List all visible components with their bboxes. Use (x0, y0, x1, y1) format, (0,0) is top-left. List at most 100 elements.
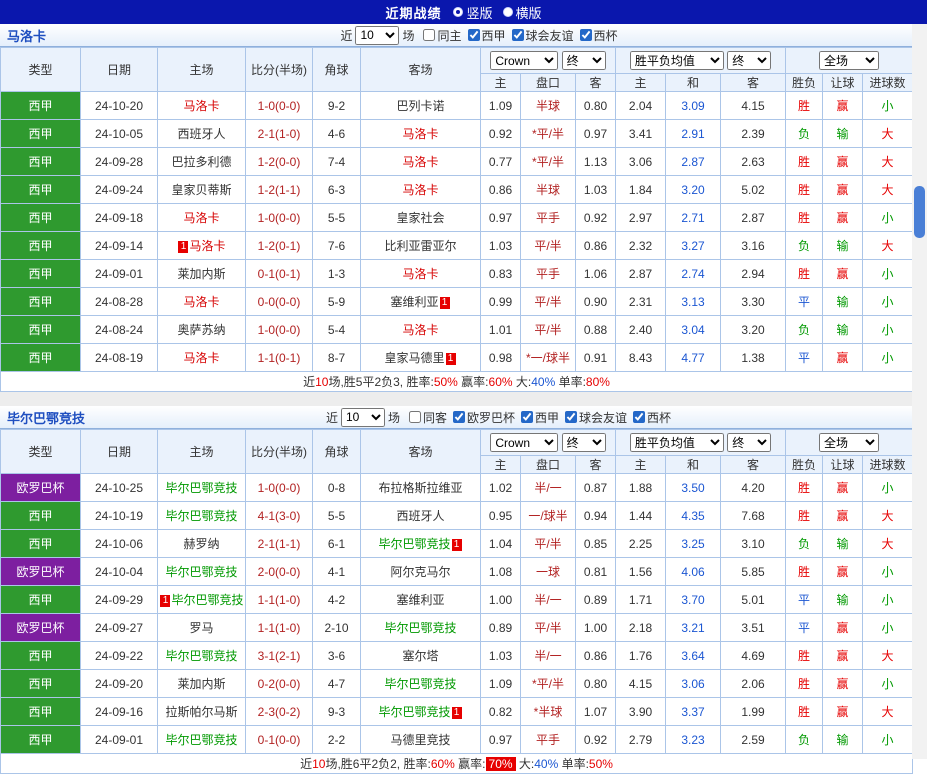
euro-stage-select[interactable]: 终 (727, 433, 772, 452)
scrollbar-thumb[interactable] (914, 186, 925, 238)
date-cell: 24-09-01 (80, 725, 158, 754)
sub-header-euro-home: 主 (615, 73, 666, 92)
filter-item[interactable]: 西杯 (633, 409, 671, 426)
team-link[interactable]: 马洛卡 (402, 127, 438, 141)
team-link[interactable]: 毕尔巴鄂竞技 (378, 705, 450, 719)
team-link[interactable]: 塞维利亚 (390, 295, 438, 309)
team-link[interactable]: 皇家贝蒂斯 (171, 183, 231, 197)
team-link[interactable]: 马洛卡 (402, 183, 438, 197)
team-link[interactable]: 莱加内斯 (177, 267, 225, 281)
euro-away-odds: 3.16 (719, 231, 787, 260)
team-link[interactable]: 马洛卡 (183, 99, 219, 113)
away-team-cell: 毕尔巴鄂竞技 1 (360, 697, 481, 726)
filter-item[interactable]: 同客 (408, 409, 447, 426)
match-count-select[interactable]: 10 (340, 407, 385, 427)
team-link[interactable]: 马德里竞技 (390, 733, 450, 747)
euro-avg-select[interactable]: 胜平负均值 (629, 51, 724, 70)
bookmaker-select[interactable]: Crown (490, 433, 559, 452)
filter-checkbox[interactable] (453, 411, 465, 423)
fulltime-controls: 全场 (785, 429, 914, 456)
filter-checkbox[interactable] (521, 411, 534, 423)
team-link[interactable]: 西班牙人 (177, 127, 225, 141)
league-cell: 西甲 (0, 343, 81, 372)
team-link[interactable]: 赫罗纳 (183, 537, 219, 551)
team-link[interactable]: 毕尔巴鄂竞技 (171, 593, 243, 607)
team-link[interactable]: 马洛卡 (402, 155, 438, 169)
team-link[interactable]: 毕尔巴鄂竞技 (165, 733, 237, 747)
euro-draw-odds: 4.06 (665, 557, 721, 586)
team-link[interactable]: 塞尔塔 (402, 649, 438, 663)
team-link[interactable]: 塞维利亚 (396, 593, 444, 607)
home-team-cell: 1 马洛卡 (157, 231, 246, 260)
euro-away-odds: 2.87 (719, 203, 787, 232)
team-link[interactable]: 阿尔克马尔 (390, 565, 450, 579)
team-link[interactable]: 毕尔巴鄂竞技 (165, 565, 237, 579)
filter-item[interactable]: 西甲 (467, 27, 506, 44)
filter-checkbox[interactable] (579, 29, 592, 41)
layout-option[interactable]: 横版 (502, 3, 542, 22)
team-link[interactable]: 罗马 (189, 621, 213, 635)
fulltime-select[interactable]: 全场 (819, 51, 880, 70)
asian-home-odds: 0.92 (480, 119, 521, 148)
team-link[interactable]: 毕尔巴鄂竞技 (165, 509, 237, 523)
home-team-cell: 1 毕尔巴鄂竞技 (157, 585, 246, 614)
filter-item[interactable]: 球会友谊 (565, 409, 627, 426)
match-count-select[interactable]: 10 (355, 25, 400, 45)
team-link[interactable]: 巴拉多利德 (171, 155, 231, 169)
team-link[interactable]: 西班牙人 (396, 509, 444, 523)
col-header-date: 日期 (80, 429, 158, 474)
team-link[interactable]: 皇家社会 (396, 211, 444, 225)
date-cell: 24-09-28 (80, 147, 158, 176)
euro-draw-odds: 3.20 (665, 175, 721, 204)
scrollbar-track[interactable] (912, 24, 927, 759)
team-link[interactable]: 马洛卡 (183, 211, 219, 225)
asian-handicap: 平手 (520, 259, 576, 288)
team-link[interactable]: 马洛卡 (402, 323, 438, 337)
fulltime-select[interactable]: 全场 (819, 433, 880, 452)
euro-avg-select[interactable]: 胜平负均值 (629, 433, 724, 452)
handicap-result-cell: 输 (822, 119, 864, 148)
team-link[interactable]: 莱加内斯 (177, 677, 225, 691)
team-link[interactable]: 毕尔巴鄂竞技 (384, 677, 456, 691)
top-bar: 近期战绩 竖版 横版 (0, 0, 927, 24)
col-header-away: 客场 (360, 429, 481, 474)
team-link[interactable]: 毕尔巴鄂竞技 (384, 621, 456, 635)
asian-stage-select[interactable]: 终 (561, 51, 606, 70)
asian-home-odds: 0.97 (480, 203, 521, 232)
team-link[interactable]: 比利亚雷亚尔 (384, 239, 456, 253)
filter-item[interactable]: 同主 (423, 27, 462, 44)
filter-checkbox[interactable] (423, 29, 436, 41)
team-summary: 近10场,胜6平2负2, 胜率:60% 赢率: 70% 大:40% 单率:50% (0, 753, 914, 774)
team-link[interactable]: 马洛卡 (189, 239, 225, 253)
team-link[interactable]: 皇家马德里 (384, 351, 444, 365)
filter-checkbox[interactable] (408, 411, 421, 423)
filter-item[interactable]: 球会友谊 (511, 27, 574, 44)
euro-away-odds: 2.39 (719, 119, 787, 148)
bookmaker-select[interactable]: Crown (490, 51, 559, 70)
summary-part: 赢率: (457, 375, 489, 389)
filter-item[interactable]: 西杯 (579, 27, 618, 44)
team-link[interactable]: 毕尔巴鄂竞技 (165, 649, 237, 663)
team-link[interactable]: 马洛卡 (183, 351, 219, 365)
euro-stage-select[interactable]: 终 (727, 51, 772, 70)
euro-odds-controls: 胜平负均值 终 (614, 429, 787, 456)
filter-checkbox[interactable] (467, 29, 480, 41)
asian-away-odds: 1.03 (575, 175, 616, 204)
team-link[interactable]: 巴列卡诺 (396, 99, 444, 113)
date-cell: 24-10-06 (80, 529, 158, 558)
team-link[interactable]: 拉斯帕尔马斯 (165, 705, 237, 719)
team-link[interactable]: 奥萨苏纳 (177, 323, 225, 337)
filter-checkbox[interactable] (511, 29, 524, 41)
filter-checkbox[interactable] (633, 411, 646, 423)
team-link[interactable]: 布拉格斯拉维亚 (378, 481, 462, 495)
team-link[interactable]: 毕尔巴鄂竞技 (165, 481, 237, 495)
filter-item[interactable]: 西甲 (521, 409, 559, 426)
layout-option[interactable]: 竖版 (453, 3, 493, 22)
result-cell: 平 (785, 287, 824, 316)
team-link[interactable]: 马洛卡 (183, 295, 219, 309)
team-link[interactable]: 马洛卡 (402, 267, 438, 281)
filter-item[interactable]: 欧罗巴杯 (453, 409, 515, 426)
asian-stage-select[interactable]: 终 (561, 433, 606, 452)
team-link[interactable]: 毕尔巴鄂竞技 (378, 537, 450, 551)
filter-checkbox[interactable] (565, 411, 578, 423)
